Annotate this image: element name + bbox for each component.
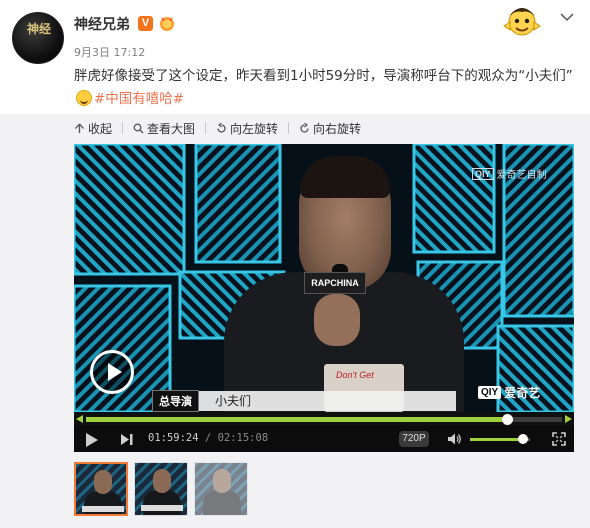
duration: 02:15:08 <box>217 432 269 444</box>
toolbar-divider <box>288 122 290 134</box>
video-frame[interactable]: Don't Get RAPCHINA QIY 爱奇艺自制 QIY 爱奇艺 总导演… <box>74 144 574 412</box>
rotate-right-icon <box>300 122 309 133</box>
toolbar-divider <box>122 122 124 134</box>
avatar-logo-text: 神经 <box>26 22 51 36</box>
volume-fill <box>470 438 523 441</box>
thumbnail-person-head <box>153 469 171 493</box>
watermark-top-text: 爱奇艺自制 <box>496 170 547 181</box>
rotate-left-button[interactable]: 向左旋转 <box>216 120 288 137</box>
thumbnail-person-body <box>84 491 122 514</box>
rotate-left-label: 向左旋转 <box>230 121 279 136</box>
volume-slider[interactable] <box>470 434 530 444</box>
verified-badge: V <box>138 16 153 31</box>
collapse-label: 收起 <box>88 121 113 136</box>
media-panel: 收起 查看大图 向左旋转 向右旋转 Don't Get RAPCHINA QIY… <box>0 114 590 528</box>
medal-icon <box>160 17 174 31</box>
subtitle-bar: 总导演 小夫们 <box>152 390 456 412</box>
chevron-down-icon[interactable] <box>560 12 574 22</box>
hashtag-link[interactable]: #中国有嘻哈# <box>94 91 184 107</box>
post-header: 神经 神经兄弟 V 9月3日 17:12 胖虎好像接受了这个设定，昨天看到1小时… <box>0 0 590 114</box>
view-large-label: 查看大图 <box>147 121 196 136</box>
thumbnail-caption-bar <box>82 506 124 512</box>
rotate-right-button[interactable]: 向右旋转 <box>299 120 371 137</box>
volume-icon[interactable] <box>448 433 462 445</box>
author-name[interactable]: 神经兄弟 <box>74 14 130 34</box>
quality-button[interactable]: 720P <box>399 431 429 447</box>
laughing-emoji-icon <box>76 90 92 106</box>
arrow-up-icon <box>75 123 84 133</box>
watermark-bottom: QIY 爱奇艺 <box>478 384 540 401</box>
toolbar-divider <box>205 122 207 134</box>
thumbnail-strip <box>74 462 248 516</box>
thumbnail-caption-bar <box>141 505 183 511</box>
watermark-bottom-text: 爱奇艺 <box>504 386 541 400</box>
hand <box>314 294 360 346</box>
post-timestamp[interactable]: 9月3日 17:12 <box>74 44 145 60</box>
thumbnail-person-head <box>213 469 231 493</box>
fullscreen-icon[interactable] <box>552 432 566 446</box>
next-icon[interactable] <box>121 434 133 445</box>
post-text-main: 胖虎好像接受了这个设定，昨天看到1小时59分时，导演称呼台下的观众为“小夫们” <box>74 68 573 84</box>
subtitle-speaker-tag: 总导演 <box>152 390 199 412</box>
progress-track[interactable] <box>86 414 562 425</box>
seek-back-arrow-icon[interactable] <box>76 415 83 423</box>
thumbnail-2[interactable] <box>134 462 188 516</box>
mascot-sticker-icon <box>503 8 541 36</box>
time-display: 01:59:24 / 02:15:08 <box>148 432 269 444</box>
play-icon[interactable] <box>86 433 98 447</box>
progress-row[interactable] <box>74 412 574 426</box>
iqiyi-logo-top: QIY <box>472 167 494 180</box>
iqiyi-logo-bottom: QIY <box>478 386 502 399</box>
thumbnail-3[interactable] <box>194 462 248 516</box>
subtitle-text: 小夫们 <box>199 391 456 411</box>
media-toolbar: 收起 查看大图 向左旋转 向右旋转 <box>74 114 371 142</box>
post-text: 胖虎好像接受了这个设定，昨天看到1小时59分时，导演称呼台下的观众为“小夫们” #… <box>74 65 574 111</box>
view-large-button[interactable]: 查看大图 <box>133 120 205 137</box>
person-hair <box>300 156 390 198</box>
progress-fill <box>86 417 507 422</box>
current-time: 01:59:24 <box>148 432 199 444</box>
progress-knob[interactable] <box>501 414 513 425</box>
big-play-button[interactable] <box>90 350 134 394</box>
watermark-top: QIY 爱奇艺自制 <box>472 166 547 181</box>
volume-knob[interactable] <box>517 434 528 444</box>
avatar[interactable]: 神经 <box>12 12 64 64</box>
thumbnail-person-body <box>203 490 241 515</box>
seek-forward-arrow-icon[interactable] <box>565 415 572 423</box>
mic-flag-label: RAPCHINA <box>304 272 366 294</box>
video-player[interactable]: Don't Get RAPCHINA QIY 爱奇艺自制 QIY 爱奇艺 总导演… <box>74 144 574 452</box>
collapse-button[interactable]: 收起 <box>74 120 122 137</box>
rotate-left-icon <box>217 122 226 133</box>
thumbnail-person-head <box>94 470 112 494</box>
shirt-text: Don't Get <box>336 370 374 380</box>
player-controls: 01:59:24 / 02:15:08 720P <box>74 426 574 452</box>
thumbnail-1[interactable] <box>74 462 128 516</box>
thumbnail-person-body <box>143 490 181 515</box>
magnifier-icon <box>133 123 144 133</box>
rotate-right-label: 向右旋转 <box>313 121 362 136</box>
